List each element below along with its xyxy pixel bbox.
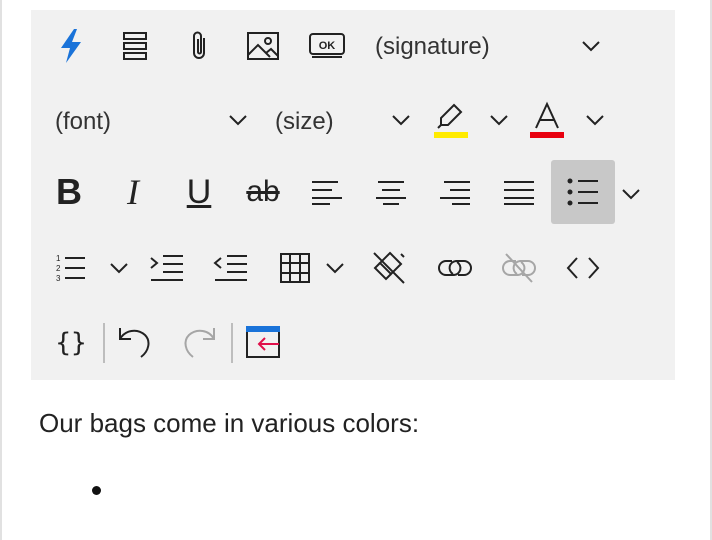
clear-formatting-button[interactable] bbox=[367, 246, 411, 290]
increase-indent-icon bbox=[150, 255, 183, 281]
justify-button[interactable] bbox=[497, 170, 541, 214]
align-left-icon bbox=[312, 181, 342, 205]
bullet-list-button[interactable] bbox=[551, 160, 615, 224]
formatting-toolbar: OK (signature) (font) (size) B I U ab 1 … bbox=[31, 10, 675, 380]
strikethrough-label: ab bbox=[246, 175, 280, 208]
signature-dropdown-chevron-icon[interactable] bbox=[579, 34, 603, 58]
font-dropdown-label[interactable]: (font) bbox=[55, 107, 111, 137]
strikethrough-button[interactable]: ab bbox=[241, 170, 285, 214]
bullet-list-icon bbox=[567, 178, 598, 206]
insert-code-block-button[interactable]: {} bbox=[49, 320, 93, 364]
svg-text:1: 1 bbox=[56, 254, 61, 263]
toolbar-separator bbox=[231, 323, 233, 363]
italic-label: I bbox=[127, 172, 139, 212]
svg-text:OK: OK bbox=[319, 40, 336, 52]
pop-out-button[interactable] bbox=[241, 320, 285, 364]
undo-icon bbox=[119, 328, 150, 358]
align-left-button[interactable] bbox=[305, 170, 349, 214]
align-center-icon bbox=[376, 181, 406, 205]
ok-button-icon: OK bbox=[309, 33, 345, 58]
signature-dropdown-label[interactable]: (signature) bbox=[375, 32, 490, 62]
font-color-dropdown-chevron-icon[interactable] bbox=[583, 108, 607, 132]
font-color-button[interactable] bbox=[525, 98, 569, 142]
align-right-button[interactable] bbox=[433, 170, 477, 214]
frame-left-border bbox=[0, 0, 2, 540]
insert-table-button[interactable] bbox=[273, 246, 317, 290]
remove-link-button bbox=[497, 246, 541, 290]
align-right-icon bbox=[440, 181, 470, 205]
size-dropdown-chevron-icon[interactable] bbox=[389, 108, 413, 132]
increase-indent-button[interactable] bbox=[145, 246, 189, 290]
quick-actions-button[interactable] bbox=[49, 24, 93, 68]
underline-label: U bbox=[186, 172, 212, 211]
toolbar-separator bbox=[103, 323, 105, 363]
bullet-list-dropdown-chevron-icon[interactable] bbox=[619, 182, 643, 206]
code-icon bbox=[566, 257, 600, 279]
redo-button bbox=[177, 320, 221, 364]
stack-icon bbox=[123, 32, 147, 60]
svg-text:{}: {} bbox=[56, 328, 86, 358]
insert-picture-button[interactable] bbox=[241, 24, 285, 68]
table-dropdown-chevron-icon[interactable] bbox=[323, 256, 347, 280]
message-body-text[interactable]: Our bags come in various colors: bbox=[39, 408, 419, 439]
bold-button[interactable]: B bbox=[47, 170, 91, 214]
numbered-list-button[interactable]: 123 bbox=[49, 246, 93, 290]
underline-button[interactable]: U bbox=[177, 170, 221, 214]
svg-text:3: 3 bbox=[56, 274, 61, 283]
italic-button[interactable]: I bbox=[111, 170, 155, 214]
svg-text:2: 2 bbox=[56, 264, 61, 273]
highlight-button[interactable] bbox=[429, 98, 473, 142]
pop-out-icon bbox=[246, 326, 280, 358]
decrease-indent-button[interactable] bbox=[209, 246, 253, 290]
image-icon bbox=[247, 32, 279, 60]
font-dropdown-chevron-icon[interactable] bbox=[226, 108, 250, 132]
align-center-button[interactable] bbox=[369, 170, 413, 214]
bold-label: B bbox=[56, 171, 82, 212]
format-painter-button[interactable] bbox=[113, 24, 157, 68]
undo-button[interactable] bbox=[113, 320, 157, 364]
font-color-icon bbox=[530, 101, 564, 138]
numbered-list-dropdown-chevron-icon[interactable] bbox=[107, 256, 131, 280]
highlight-dropdown-chevron-icon[interactable] bbox=[487, 108, 511, 132]
lightning-icon bbox=[61, 29, 81, 63]
insert-link-button[interactable] bbox=[433, 246, 477, 290]
redo-icon bbox=[184, 328, 215, 358]
link-icon bbox=[438, 260, 472, 276]
decrease-indent-icon bbox=[213, 255, 247, 281]
unlink-icon bbox=[502, 253, 536, 283]
paperclip-icon bbox=[193, 31, 205, 59]
numbered-list-icon: 123 bbox=[56, 254, 85, 283]
braces-icon: {} bbox=[56, 328, 86, 358]
code-view-button[interactable] bbox=[561, 246, 605, 290]
justify-icon bbox=[504, 181, 534, 205]
size-dropdown-label[interactable]: (size) bbox=[275, 107, 334, 137]
ok-button-insert[interactable]: OK bbox=[305, 24, 349, 68]
table-icon bbox=[280, 253, 310, 283]
attach-file-button[interactable] bbox=[177, 24, 221, 68]
highlighter-icon bbox=[434, 103, 468, 138]
list-item-bullet bbox=[92, 486, 101, 495]
clear-formatting-icon bbox=[373, 251, 405, 284]
